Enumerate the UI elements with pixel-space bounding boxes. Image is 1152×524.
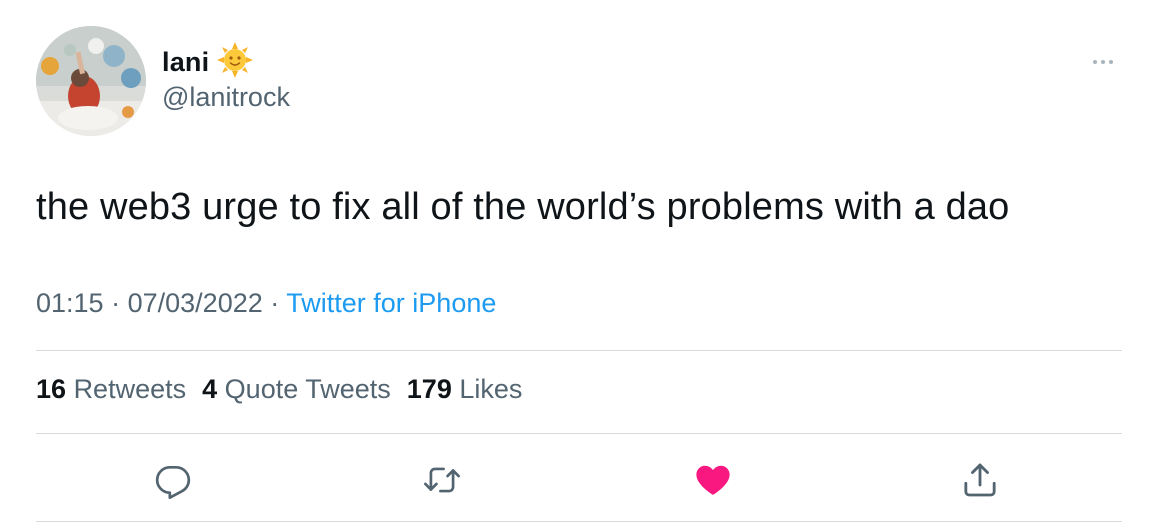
meta-separator: · xyxy=(270,288,280,318)
retweet-button[interactable] xyxy=(420,458,464,502)
reply-icon xyxy=(155,465,191,499)
more-options-button[interactable] xyxy=(1088,50,1118,74)
share-icon xyxy=(964,463,996,497)
reply-button[interactable] xyxy=(151,458,195,502)
dot-icon xyxy=(1101,60,1105,64)
likes-stat[interactable]: 179 Likes xyxy=(407,374,523,405)
display-name[interactable]: lani xyxy=(162,47,209,78)
divider xyxy=(36,521,1122,522)
quote-tweets-label: Quote Tweets xyxy=(224,374,391,404)
tweet-time[interactable]: 01:15 xyxy=(36,288,104,318)
likes-label: Likes xyxy=(459,374,523,404)
tweet-text: the web3 urge to fix all of the world’s … xyxy=(36,186,1010,228)
retweets-stat[interactable]: 16 Retweets xyxy=(36,374,186,405)
avatar[interactable] xyxy=(36,26,146,136)
divider xyxy=(36,433,1122,434)
retweet-icon xyxy=(424,467,460,493)
meta-separator: · xyxy=(111,288,121,318)
dot-icon xyxy=(1109,60,1113,64)
retweets-label: Retweets xyxy=(73,374,187,404)
tweet-source-link[interactable]: Twitter for iPhone xyxy=(286,288,496,318)
likes-count: 179 xyxy=(406,374,452,404)
tweet-meta: 01:15 · 07/03/2022 · Twitter for iPhone xyxy=(36,288,496,319)
quote-tweets-stat[interactable]: 4 Quote Tweets xyxy=(202,374,391,405)
engagement-stats: 16 Retweets 4 Quote Tweets 179 Likes xyxy=(36,374,522,405)
username-handle[interactable]: @lanitrock xyxy=(162,82,290,113)
share-button[interactable] xyxy=(958,458,1002,502)
dot-icon xyxy=(1093,60,1097,64)
divider xyxy=(36,350,1122,351)
quote-tweets-count: 4 xyxy=(202,374,218,404)
author-name-row: lani xyxy=(162,41,254,83)
sun-face-icon xyxy=(217,41,254,83)
tweet-date[interactable]: 07/03/2022 xyxy=(128,288,263,318)
retweets-count: 16 xyxy=(36,374,67,404)
like-button[interactable] xyxy=(691,458,735,502)
heart-icon xyxy=(696,465,730,495)
